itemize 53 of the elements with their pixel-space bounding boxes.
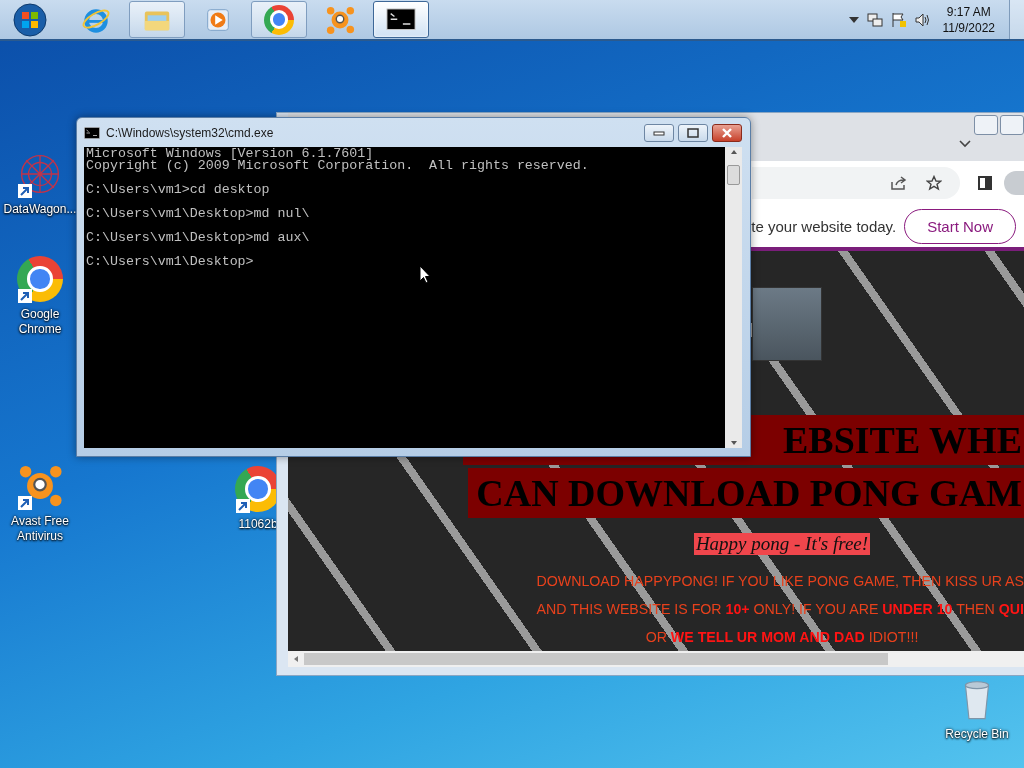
maximize-button[interactable] <box>678 123 708 142</box>
page-text-line: OR WE TELL UR MOM AND DAD IDIOT!!! <box>645 628 919 647</box>
speaker-icon[interactable] <box>914 11 931 28</box>
window-title: C:\Windows\system32\cmd.exe <box>106 125 274 140</box>
minimize-button[interactable] <box>644 123 674 142</box>
console-line: C:\Users\vm1\Desktop>md aux\ <box>86 232 311 244</box>
horizontal-scrollbar[interactable] <box>288 651 1024 667</box>
caret-icon[interactable] <box>848 16 859 23</box>
flag-icon[interactable] <box>890 11 907 28</box>
time-text: 9:17 AM <box>946 3 991 20</box>
scroll-down-icon[interactable] <box>729 440 738 446</box>
shortcut-arrow-icon <box>18 496 32 510</box>
console-icon <box>84 126 100 139</box>
minimize-icon <box>653 129 665 136</box>
taskbar-button[interactable] <box>373 1 429 38</box>
shortcut-arrow-icon <box>18 289 32 303</box>
scrollbar-thumb[interactable] <box>304 653 888 665</box>
scroll-left-icon[interactable] <box>292 655 300 663</box>
desktop-icon-label[interactable]: DataWagon... <box>3 202 77 217</box>
console-line: C:\Users\vm1\Desktop> <box>86 256 255 268</box>
chevron-down-icon[interactable] <box>958 139 972 149</box>
avast-icon <box>325 4 355 35</box>
desktop-icon-label[interactable]: Avast Free Antivirus <box>0 514 80 544</box>
desktop-icon-label[interactable]: Google Chrome <box>0 307 80 337</box>
vertical-scrollbar[interactable] <box>725 147 742 448</box>
console-line: C:\Users\vm1>cd desktop <box>86 184 271 196</box>
star-icon[interactable] <box>926 175 942 191</box>
clock[interactable]: 9:17 AM 11/9/2022 <box>942 3 995 36</box>
close-button[interactable] <box>712 123 742 142</box>
start-now-button[interactable]: Start Now <box>904 208 1016 244</box>
console-line: Copyright (c) 2009 Microsoft Corporation. All rights reserved. <box>86 160 590 172</box>
mouse-pointer-icon <box>419 265 431 284</box>
chrome-icon <box>264 4 294 35</box>
cmd-icon <box>386 8 416 31</box>
desktop-icon-label[interactable]: 11062b <box>238 517 278 532</box>
console-line: Microsoft Windows [Version 6.1.7601] <box>86 148 374 160</box>
network-icon[interactable] <box>866 11 883 28</box>
console-line: C:\Users\vm1\Desktop>md nul\ <box>86 208 311 220</box>
shortcut-arrow-icon <box>18 184 32 198</box>
share-icon[interactable] <box>890 175 908 191</box>
tagline: Happy pong - It's free! <box>693 533 871 555</box>
banner-text: te your website today. <box>751 217 897 235</box>
maximize-icon <box>687 127 699 138</box>
scroll-up-icon[interactable] <box>729 149 738 155</box>
close-icon <box>721 127 733 138</box>
shortcut-arrow-icon <box>236 499 250 513</box>
start-orb-icon <box>13 2 47 37</box>
maximize-button[interactable] <box>1000 115 1024 135</box>
page-headline: CAN DOWNLOAD PONG GAM <box>468 468 1024 518</box>
show-desktop-button[interactable] <box>1009 0 1024 39</box>
scrollbar-thumb[interactable] <box>727 165 740 185</box>
date-text: 11/9/2022 <box>942 19 995 36</box>
side-panel-icon[interactable] <box>978 176 992 190</box>
